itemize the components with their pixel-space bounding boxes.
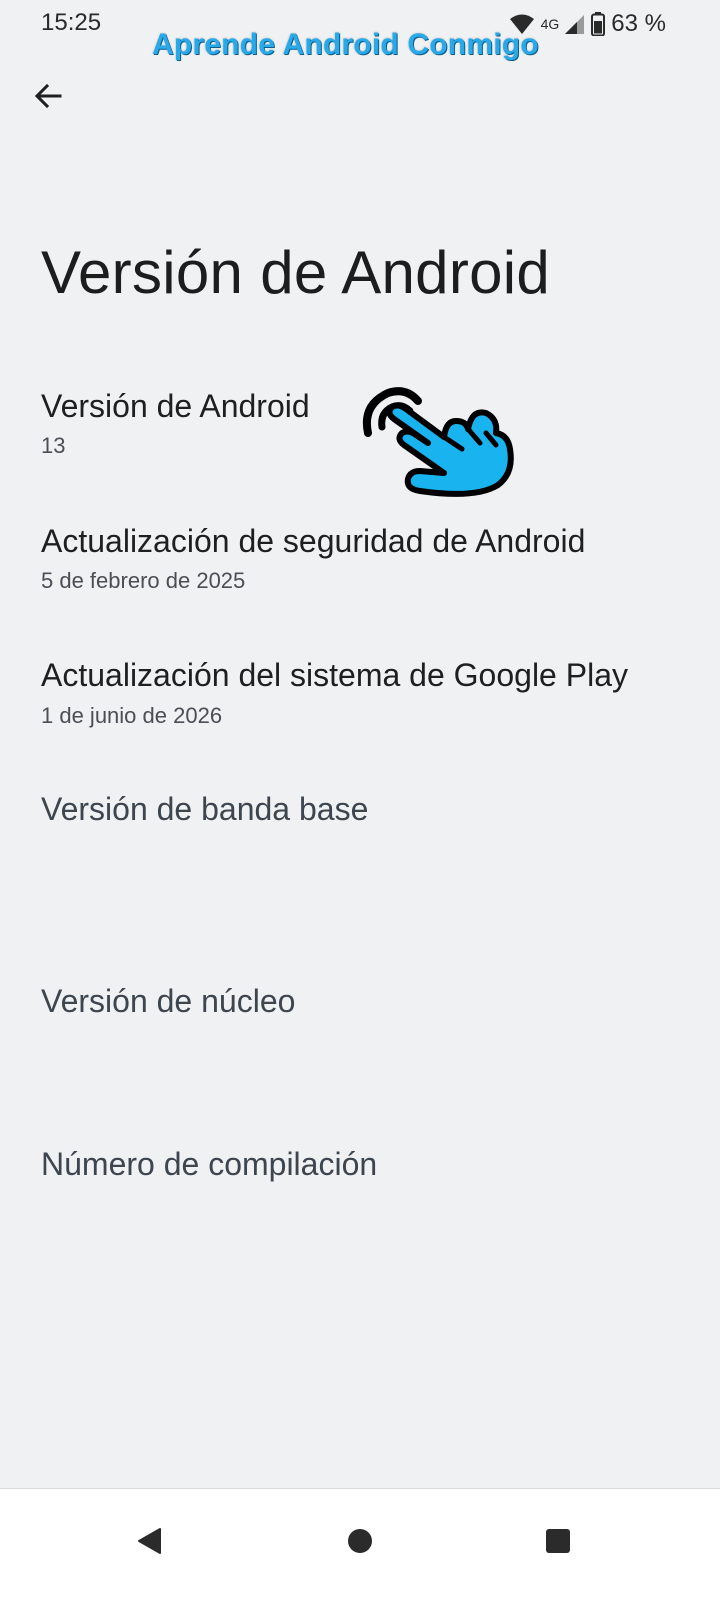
nav-recents-button[interactable] xyxy=(523,1511,593,1571)
navigation-bar xyxy=(0,1488,720,1600)
setting-title: Versión de banda base xyxy=(41,791,369,827)
setting-google-play-update[interactable]: Actualización del sistema de Google Play… xyxy=(0,640,720,750)
setting-value: 1 de junio de 2026 xyxy=(41,703,223,728)
setting-baseband-version[interactable]: Versión de banda base xyxy=(0,772,720,922)
setting-title: Versión de núcleo xyxy=(41,983,296,1019)
setting-kernel-version[interactable]: Versión de núcleo xyxy=(0,964,720,1094)
battery-level: 63 % xyxy=(611,10,666,37)
setting-build-number[interactable]: Número de compilación xyxy=(0,1127,720,1257)
setting-title: Actualización de seguridad de Android xyxy=(41,523,586,559)
back-button[interactable] xyxy=(24,72,72,120)
setting-security-update[interactable]: Actualización de seguridad de Android 5 … xyxy=(0,505,720,615)
status-time: 15:25 xyxy=(41,9,102,36)
setting-value: 5 de febrero de 2025 xyxy=(41,568,246,593)
watermark: Aprende Android Conmigo xyxy=(152,28,539,61)
setting-title: Actualización del sistema de Google Play xyxy=(41,657,628,693)
setting-title: Número de compilación xyxy=(41,1146,378,1182)
recents-square-icon xyxy=(546,1529,570,1553)
page-title: Versión de Android xyxy=(41,239,551,306)
nav-home-button[interactable] xyxy=(325,1511,395,1571)
setting-title: Versión de Android xyxy=(41,388,310,424)
signal-icon xyxy=(565,15,585,34)
arrow-left-icon xyxy=(34,83,62,109)
back-triangle-icon xyxy=(138,1528,161,1554)
pointing-hand-icon xyxy=(363,387,514,497)
setting-value: 13 xyxy=(41,433,66,458)
network-type: 4G xyxy=(540,16,560,32)
nav-back-button[interactable] xyxy=(114,1511,184,1571)
home-circle-icon xyxy=(348,1529,372,1553)
battery-icon xyxy=(591,12,606,36)
